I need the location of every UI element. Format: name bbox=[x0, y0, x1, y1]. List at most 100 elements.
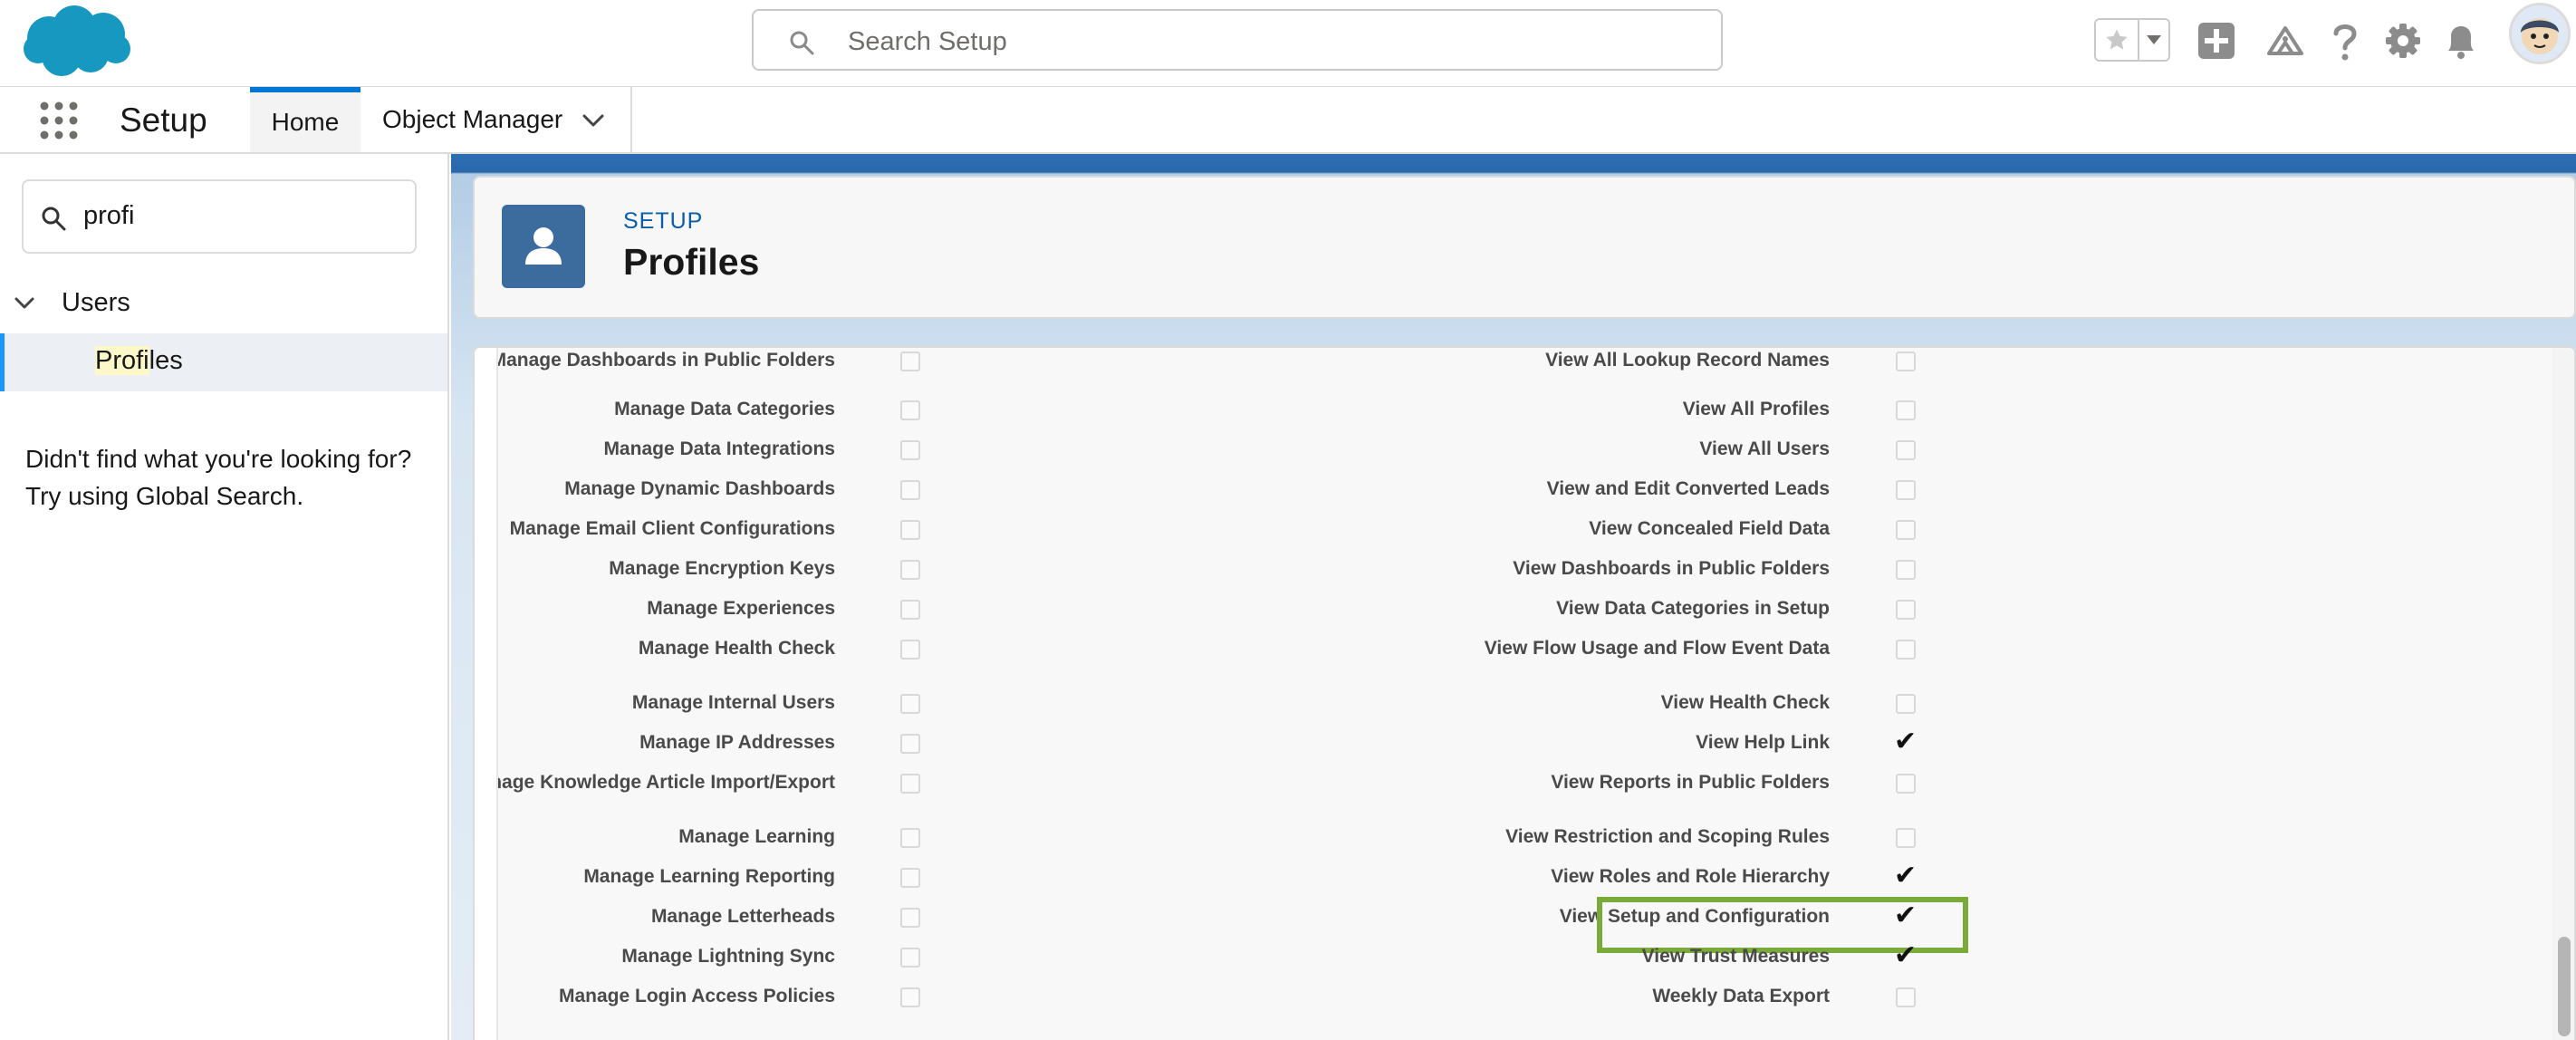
permission-checkbox[interactable] bbox=[900, 640, 920, 660]
global-actions-button[interactable] bbox=[2194, 18, 2239, 63]
permission-checkbox[interactable] bbox=[1896, 828, 1916, 848]
permission-checkbox[interactable] bbox=[1896, 640, 1916, 660]
permission-label: View All Profiles bbox=[1682, 399, 1830, 419]
salesforce-logo[interactable] bbox=[22, 4, 132, 78]
permission-label: View Help Link bbox=[1696, 732, 1830, 753]
help-button[interactable] bbox=[2322, 18, 2368, 63]
permission-label: View and Edit Converted Leads bbox=[1546, 478, 1830, 499]
tab-object-manager-label: Object Manager bbox=[382, 105, 563, 133]
permission-checkbox[interactable] bbox=[1896, 987, 1916, 1007]
search-icon bbox=[790, 31, 814, 55]
not-found-hint: Didn't find what you're looking for? Try… bbox=[25, 440, 433, 515]
app-launcher-icon[interactable] bbox=[38, 100, 80, 141]
app-name: Setup bbox=[120, 101, 207, 139]
permission-label: View Trust Measures bbox=[1641, 946, 1830, 967]
permission-checkbox[interactable] bbox=[900, 600, 920, 620]
permission-label: Manage Internal Users bbox=[631, 692, 835, 713]
search-placeholder: Search Setup bbox=[848, 27, 1007, 56]
chevron-down-icon[interactable] bbox=[580, 107, 607, 134]
page-eyebrow: SETUP bbox=[623, 208, 704, 234]
permission-label: View Restriction and Scoping Rules bbox=[1505, 826, 1830, 847]
permission-checkbox[interactable] bbox=[1896, 520, 1916, 540]
scrollbar-thumb[interactable] bbox=[2558, 937, 2571, 1036]
permission-checkbox[interactable] bbox=[1896, 480, 1916, 500]
permission-checkbox[interactable] bbox=[1896, 400, 1916, 420]
permission-label: View Reports in Public Folders bbox=[1551, 772, 1830, 793]
search-icon bbox=[42, 207, 66, 231]
tab-object-manager[interactable]: Object Manager bbox=[360, 87, 632, 152]
permission-label: Manage Letterheads bbox=[650, 906, 835, 927]
user-avatar[interactable] bbox=[2509, 3, 2571, 64]
not-found-line1: Didn't find what you're looking for? bbox=[25, 445, 412, 473]
content-frame: Manage Dashboards in Public Folders Manag… bbox=[473, 346, 2576, 1040]
quick-find-value: profi bbox=[83, 201, 135, 230]
permission-checkbox[interactable] bbox=[900, 400, 920, 420]
permission-label: Manage Dynamic Dashboards bbox=[564, 478, 835, 499]
checkmark-icon: ✔ bbox=[1894, 727, 1918, 756]
permission-checkbox[interactable] bbox=[1896, 600, 1916, 620]
page-title: Profiles bbox=[623, 241, 760, 283]
permission-label: Manage Experiences bbox=[647, 598, 835, 619]
scrollbar[interactable] bbox=[2552, 348, 2574, 1040]
favorites-group bbox=[2094, 18, 2170, 62]
permission-label: View All Lookup Record Names bbox=[1545, 350, 1830, 371]
sidebar-item-label: Profiles bbox=[95, 346, 183, 376]
permission-label: View Health Check bbox=[1660, 692, 1830, 713]
permission-label: Manage Learning bbox=[678, 826, 835, 847]
app-navigation-bar: Setup Home Object Manager bbox=[0, 87, 2576, 154]
setup-sidebar: profi Users Profiles Didn't find what yo… bbox=[0, 154, 449, 1040]
tab-home[interactable]: Home bbox=[250, 87, 360, 152]
not-found-line2: Try using Global Search. bbox=[25, 482, 304, 510]
trailhead-button[interactable] bbox=[2263, 18, 2308, 63]
permission-checkbox[interactable] bbox=[900, 560, 920, 580]
checkmark-icon: ✔ bbox=[1894, 940, 1918, 970]
notifications-button[interactable] bbox=[2438, 18, 2484, 63]
setup-gear-button[interactable] bbox=[2380, 18, 2426, 63]
permission-checkbox[interactable] bbox=[900, 868, 920, 888]
permission-checkbox[interactable] bbox=[900, 694, 920, 714]
permission-label: Manage Email Client Configurations bbox=[509, 518, 835, 539]
page-header: SETUP Profiles bbox=[473, 176, 2576, 319]
tree-group-users[interactable]: Users bbox=[13, 283, 130, 323]
permission-label: Manage Dashboards in Public Folders bbox=[496, 350, 835, 371]
favorites-dropdown-button[interactable] bbox=[2139, 20, 2168, 60]
permission-label: Manage Encryption Keys bbox=[609, 558, 835, 579]
permission-checkbox[interactable] bbox=[1896, 560, 1916, 580]
permission-label: View Data Categories in Setup bbox=[1556, 598, 1830, 619]
gear-icon bbox=[2386, 24, 2420, 58]
trailhead-icon bbox=[2267, 26, 2303, 55]
permission-checkbox[interactable] bbox=[1896, 774, 1916, 794]
permission-label: View All Users bbox=[1699, 438, 1830, 459]
permission-label: Manage Health Check bbox=[638, 638, 835, 659]
permission-checkbox[interactable] bbox=[900, 987, 920, 1007]
permission-label: View Concealed Field Data bbox=[1589, 518, 1830, 539]
permission-checkbox[interactable] bbox=[900, 948, 920, 968]
search-setup-input[interactable]: Search Setup bbox=[752, 9, 1723, 71]
permission-label: Manage Learning Reporting bbox=[583, 866, 835, 887]
permission-checkbox[interactable] bbox=[900, 734, 920, 754]
permission-checkbox[interactable] bbox=[1896, 694, 1916, 714]
astro-avatar-icon bbox=[2512, 5, 2568, 62]
global-header: Search Setup bbox=[0, 0, 2576, 87]
permission-checkbox[interactable] bbox=[900, 480, 920, 500]
permission-checkbox[interactable] bbox=[900, 440, 920, 460]
star-icon bbox=[2106, 29, 2128, 50]
permission-checkbox[interactable] bbox=[900, 520, 920, 540]
permission-label: View Flow Usage and Flow Event Data bbox=[1484, 638, 1830, 659]
permission-label: Manage Lightning Sync bbox=[621, 946, 835, 967]
permission-checkbox[interactable] bbox=[900, 351, 920, 371]
permission-checkbox[interactable] bbox=[900, 908, 920, 928]
permission-label: View Dashboards in Public Folders bbox=[1513, 558, 1830, 579]
permission-checkbox[interactable] bbox=[900, 774, 920, 794]
permission-checkbox[interactable] bbox=[1896, 351, 1916, 371]
sidebar-item-profiles[interactable]: Profiles bbox=[0, 333, 447, 391]
permission-label: Manage Login Access Policies bbox=[559, 986, 835, 1006]
permission-checkbox[interactable] bbox=[900, 828, 920, 848]
system-permissions-panel: Manage Dashboards in Public Folders Manag… bbox=[496, 348, 2554, 1040]
favorites-star-button[interactable] bbox=[2096, 20, 2139, 60]
search-match-highlight: Profi bbox=[95, 346, 149, 375]
quick-find-input[interactable]: profi bbox=[22, 179, 417, 254]
permission-checkbox[interactable] bbox=[1896, 440, 1916, 460]
permission-label: Weekly Data Export bbox=[1652, 986, 1830, 1006]
sidebar-item-label-rest: les bbox=[149, 346, 183, 375]
